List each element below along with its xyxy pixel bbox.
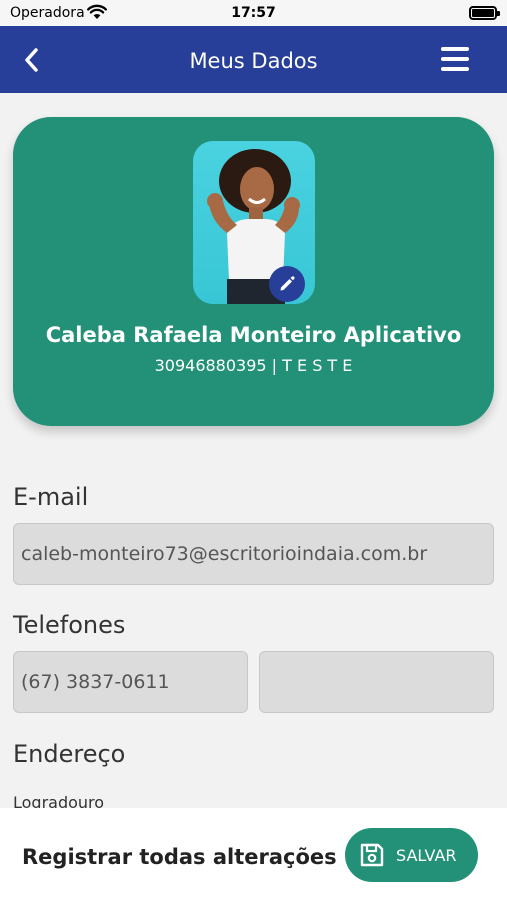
phones-section-label: Telefones — [13, 611, 126, 639]
footer-bar: Registrar todas alterações SALVAR — [0, 808, 507, 900]
phone-field-2[interactable] — [259, 651, 494, 713]
app-header: Meus Dados — [0, 26, 507, 93]
footer-text: Registrar todas alterações — [22, 845, 337, 869]
pencil-icon — [280, 276, 295, 291]
profile-card: Caleba Rafaela Monteiro Aplicativo 30946… — [13, 117, 494, 426]
address-section-label: Endereço — [13, 740, 126, 768]
floppy-disk-icon — [360, 843, 384, 867]
battery-icon — [469, 6, 500, 20]
page-title: Meus Dados — [189, 49, 318, 73]
status-bar: Operadora 17:57 — [0, 0, 507, 26]
email-section-label: E-mail — [13, 483, 89, 511]
save-button[interactable]: SALVAR — [345, 828, 478, 882]
email-field[interactable]: caleb-monteiro73@escritorioindaia.com.br — [13, 523, 494, 585]
hamburger-menu-icon — [441, 47, 469, 51]
phone-field-1[interactable]: (67) 3837-0611 — [13, 651, 248, 713]
save-button-label: SALVAR — [396, 845, 457, 865]
profile-document: 30946880395 | T E S T E — [154, 356, 353, 375]
edit-photo-button[interactable] — [269, 266, 305, 302]
menu-button[interactable] — [441, 47, 469, 71]
clock: 17:57 — [231, 5, 276, 21]
profile-name: Caleba Rafaela Monteiro Aplicativo — [45, 323, 462, 347]
